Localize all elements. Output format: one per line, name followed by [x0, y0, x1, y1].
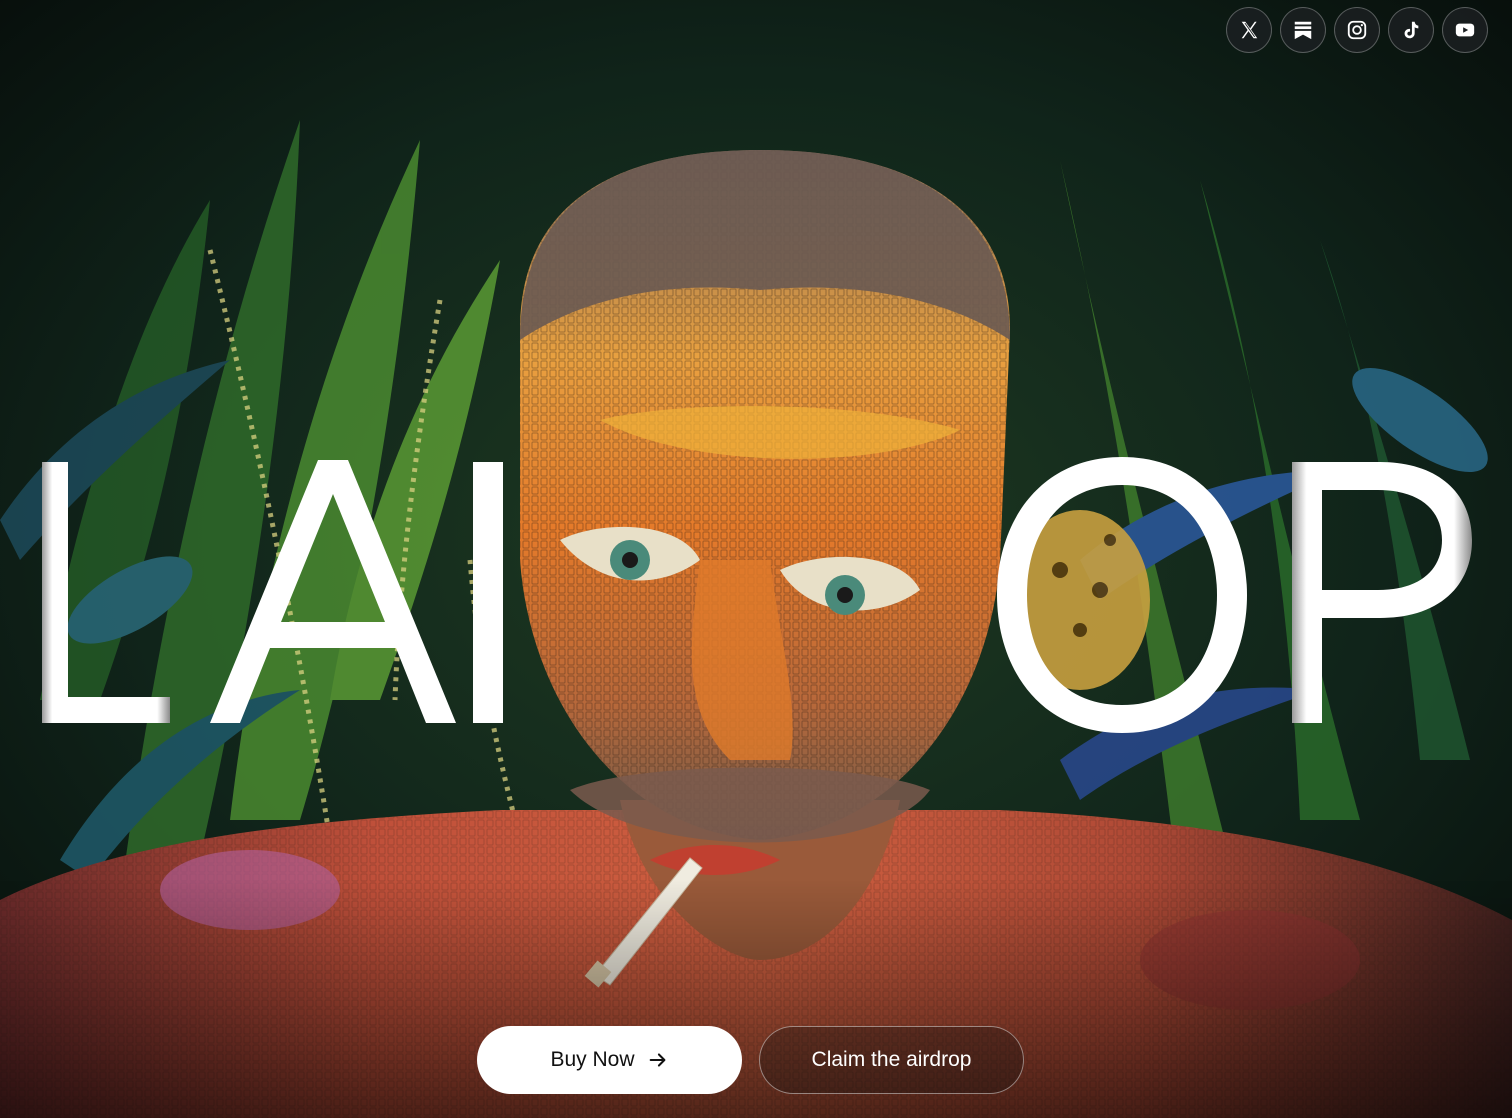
substack-icon	[1294, 21, 1312, 40]
cta-buttons: Buy Now Claim the airdrop	[477, 1026, 1024, 1094]
social-tiktok-button[interactable]	[1388, 7, 1434, 53]
claim-airdrop-label: Claim the airdrop	[811, 1048, 972, 1071]
social-links	[1226, 7, 1488, 53]
social-x-button[interactable]	[1226, 7, 1272, 53]
buy-now-label: Buy Now	[550, 1048, 635, 1071]
instagram-icon	[1347, 20, 1367, 40]
claim-airdrop-button[interactable]: Claim the airdrop	[759, 1026, 1024, 1094]
arrow-right-icon	[649, 1053, 665, 1067]
social-instagram-button[interactable]	[1334, 7, 1380, 53]
tiktok-icon	[1404, 21, 1419, 39]
x-twitter-icon	[1241, 21, 1258, 39]
youtube-icon	[1455, 23, 1475, 37]
social-youtube-button[interactable]	[1442, 7, 1488, 53]
hero-artwork	[0, 0, 1512, 1118]
social-substack-button[interactable]	[1280, 7, 1326, 53]
buy-now-button[interactable]: Buy Now	[477, 1026, 742, 1094]
hero-section: Buy Now Claim the airdrop	[0, 0, 1512, 1118]
